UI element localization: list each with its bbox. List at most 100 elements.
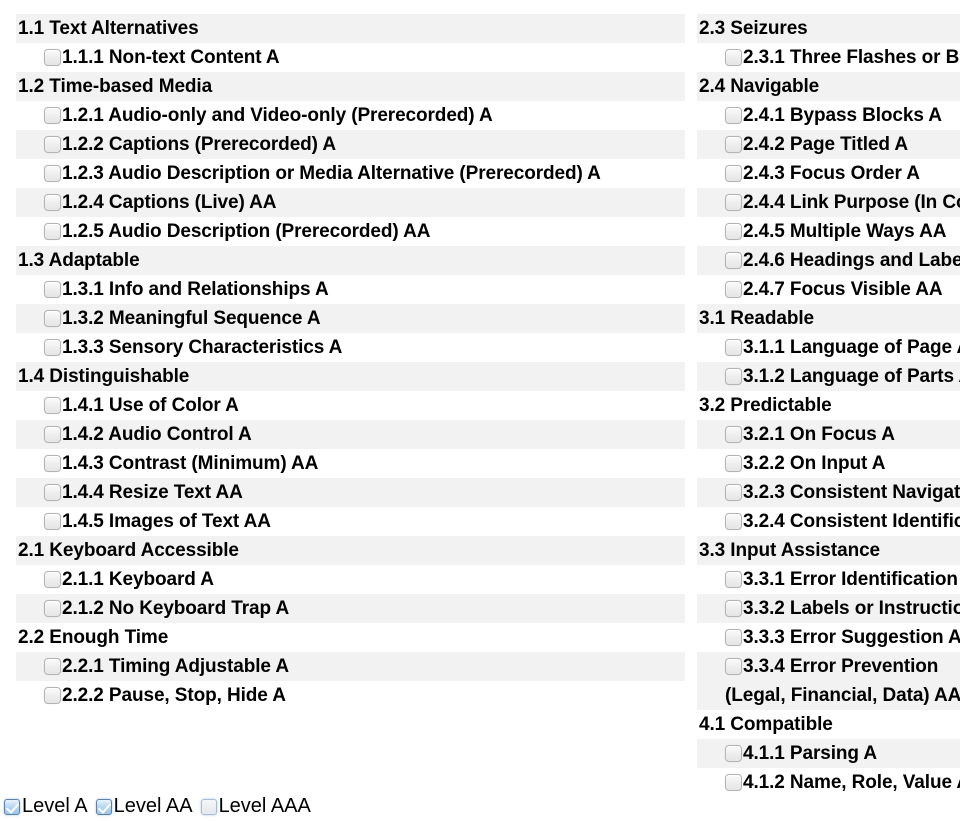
criterion-row[interactable]: 1.1.1 Non-text Content A (16, 43, 685, 72)
checkbox-unchecked-icon[interactable] (44, 426, 61, 443)
criterion-row[interactable]: 1.2.4 Captions (Live) AA (16, 188, 685, 217)
criterion-row[interactable]: 1.3.3 Sensory Characteristics A (16, 333, 685, 362)
checkbox-unchecked-icon[interactable] (200, 799, 217, 815)
checkbox-unchecked-icon[interactable] (725, 194, 742, 211)
checkbox-unchecked-icon[interactable] (725, 252, 742, 269)
criterion-row[interactable]: 2.4.3 Focus Order A (697, 159, 960, 188)
checkbox-unchecked-icon[interactable] (725, 165, 742, 182)
checkbox-unchecked-icon[interactable] (44, 49, 61, 66)
criterion-row[interactable]: 1.4.3 Contrast (Minimum) AA (16, 449, 685, 478)
criterion-row[interactable]: 3.1.1 Language of Page A (697, 333, 960, 362)
criterion-label: 1.4.4 Resize Text AA (62, 482, 243, 503)
checklist-column-left: 1.1 Text Alternatives 1.1.1 Non-text Cont… (16, 14, 685, 710)
criterion-row[interactable]: 2.3.1 Three Flashes or Below Threshold A (697, 43, 960, 72)
criterion-row[interactable]: 1.2.3 Audio Description or Media Alterna… (16, 159, 685, 188)
checkbox-unchecked-icon[interactable] (725, 658, 742, 675)
criterion-row[interactable]: 1.4.1 Use of Color A (16, 391, 685, 420)
checkbox-unchecked-icon[interactable] (44, 281, 61, 298)
checkbox-unchecked-icon[interactable] (725, 223, 742, 240)
criterion-row[interactable]: 3.2.2 On Input A (697, 449, 960, 478)
criterion-row[interactable]: 3.3.3 Error Suggestion AA (697, 623, 960, 652)
criterion-row[interactable]: 1.2.2 Captions (Prerecorded) A (16, 130, 685, 159)
criterion-label: 3.2.4 Consistent Identification AA (743, 511, 960, 532)
checkbox-unchecked-icon[interactable] (44, 397, 61, 414)
checkbox-unchecked-icon[interactable] (725, 571, 742, 588)
guideline-group-header: 1.4 Distinguishable (16, 362, 685, 391)
checkbox-unchecked-icon[interactable] (44, 310, 61, 327)
criterion-row[interactable]: 2.2.1 Timing Adjustable A (16, 652, 685, 681)
criterion-row[interactable]: 2.4.6 Headings and Labels AA (697, 246, 960, 275)
checkbox-unchecked-icon[interactable] (44, 194, 61, 211)
criterion-row[interactable]: 2.4.2 Page Titled A (697, 130, 960, 159)
criterion-label: 3.1.2 Language of Parts AA (743, 366, 960, 387)
legend-item[interactable]: Level AA (95, 793, 193, 819)
criterion-label: 3.1.1 Language of Page A (743, 337, 960, 358)
criterion-row[interactable]: 1.3.2 Meaningful Sequence A (16, 304, 685, 333)
checkbox-unchecked-icon[interactable] (725, 136, 742, 153)
checkbox-unchecked-icon[interactable] (44, 513, 61, 530)
criterion-row[interactable]: 2.2.2 Pause, Stop, Hide A (16, 681, 685, 710)
checkbox-unchecked-icon[interactable] (725, 426, 742, 443)
checkbox-unchecked-icon[interactable] (725, 107, 742, 124)
criterion-row[interactable]: 3.3.1 Error Identification A (697, 565, 960, 594)
checkbox-unchecked-icon[interactable] (725, 49, 742, 66)
checkbox-unchecked-icon[interactable] (725, 484, 742, 501)
checkbox-unchecked-icon[interactable] (44, 107, 61, 124)
legend-item[interactable]: Level AAA (200, 793, 311, 819)
criterion-row[interactable]: 3.1.2 Language of Parts AA (697, 362, 960, 391)
criterion-label: 1.4.1 Use of Color A (62, 395, 239, 416)
criterion-row[interactable]: 3.2.1 On Focus A (697, 420, 960, 449)
checkbox-unchecked-icon[interactable] (44, 455, 61, 472)
checkbox-unchecked-icon[interactable] (725, 368, 742, 385)
criterion-label: 3.2.1 On Focus A (743, 424, 895, 445)
guideline-group-header: 2.3 Seizures (697, 14, 960, 43)
checkbox-unchecked-icon[interactable] (725, 774, 742, 791)
criterion-row[interactable]: 3.3.2 Labels or Instructions A (697, 594, 960, 623)
criterion-label: 1.3.2 Meaningful Sequence A (62, 308, 321, 329)
criterion-row[interactable]: 1.3.1 Info and Relationships A (16, 275, 685, 304)
criterion-label: 2.4.3 Focus Order A (743, 163, 920, 184)
checkbox-checked-icon[interactable] (95, 799, 112, 815)
criterion-row[interactable]: 3.3.4 Error Prevention (Legal, Financial… (697, 652, 960, 710)
checkbox-unchecked-icon[interactable] (44, 339, 61, 356)
criterion-row[interactable]: 2.4.7 Focus Visible AA (697, 275, 960, 304)
criterion-row[interactable]: 3.2.3 Consistent Navigation AA (697, 478, 960, 507)
checkbox-checked-icon[interactable] (4, 799, 20, 815)
checkbox-unchecked-icon[interactable] (44, 687, 61, 704)
criterion-label: 1.2.4 Captions (Live) AA (62, 192, 277, 213)
criterion-row[interactable]: 2.1.2 No Keyboard Trap A (16, 594, 685, 623)
criterion-row[interactable]: 1.4.4 Resize Text AA (16, 478, 685, 507)
checkbox-unchecked-icon[interactable] (725, 455, 742, 472)
criterion-row[interactable]: 2.4.4 Link Purpose (In Context) A (697, 188, 960, 217)
checkbox-unchecked-icon[interactable] (725, 339, 742, 356)
criterion-row[interactable]: 4.1.1 Parsing A (697, 739, 960, 768)
checkbox-unchecked-icon[interactable] (44, 484, 61, 501)
checkbox-unchecked-icon[interactable] (44, 571, 61, 588)
legend-item-label: Level A (22, 795, 88, 817)
checkbox-unchecked-icon[interactable] (725, 513, 742, 530)
checkbox-unchecked-icon[interactable] (44, 223, 61, 240)
checkbox-unchecked-icon[interactable] (44, 600, 61, 617)
criterion-row[interactable]: 1.2.1 Audio-only and Video-only (Prereco… (16, 101, 685, 130)
checkbox-unchecked-icon[interactable] (44, 165, 61, 182)
criterion-row[interactable]: 2.4.5 Multiple Ways AA (697, 217, 960, 246)
checkbox-unchecked-icon[interactable] (725, 600, 742, 617)
checkbox-unchecked-icon[interactable] (44, 658, 61, 675)
criterion-label: 3.2.3 Consistent Navigation AA (743, 482, 960, 503)
checkbox-unchecked-icon[interactable] (44, 136, 61, 153)
criterion-row[interactable]: 1.2.5 Audio Description (Prerecorded) AA (16, 217, 685, 246)
criterion-label: 3.2.2 On Input A (743, 453, 886, 474)
criterion-row[interactable]: 2.1.1 Keyboard A (16, 565, 685, 594)
criterion-row[interactable]: 3.2.4 Consistent Identification AA (697, 507, 960, 536)
legend-item[interactable]: Level A (4, 793, 88, 819)
checkbox-unchecked-icon[interactable] (725, 745, 742, 762)
criterion-row[interactable]: 1.4.2 Audio Control A (16, 420, 685, 449)
criterion-row[interactable]: 2.4.1 Bypass Blocks A (697, 101, 960, 130)
guideline-group-header: 3.1 Readable (697, 304, 960, 333)
criterion-row[interactable]: 1.4.5 Images of Text AA (16, 507, 685, 536)
checkbox-unchecked-icon[interactable] (725, 629, 742, 646)
checklist-column-right: 2.3 Seizures 2.3.1 Three Flashes or Below… (697, 14, 960, 797)
criterion-label: 1.4.2 Audio Control A (62, 424, 252, 445)
checkbox-unchecked-icon[interactable] (725, 281, 742, 298)
criterion-row[interactable]: 4.1.2 Name, Role, Value A (697, 768, 960, 797)
